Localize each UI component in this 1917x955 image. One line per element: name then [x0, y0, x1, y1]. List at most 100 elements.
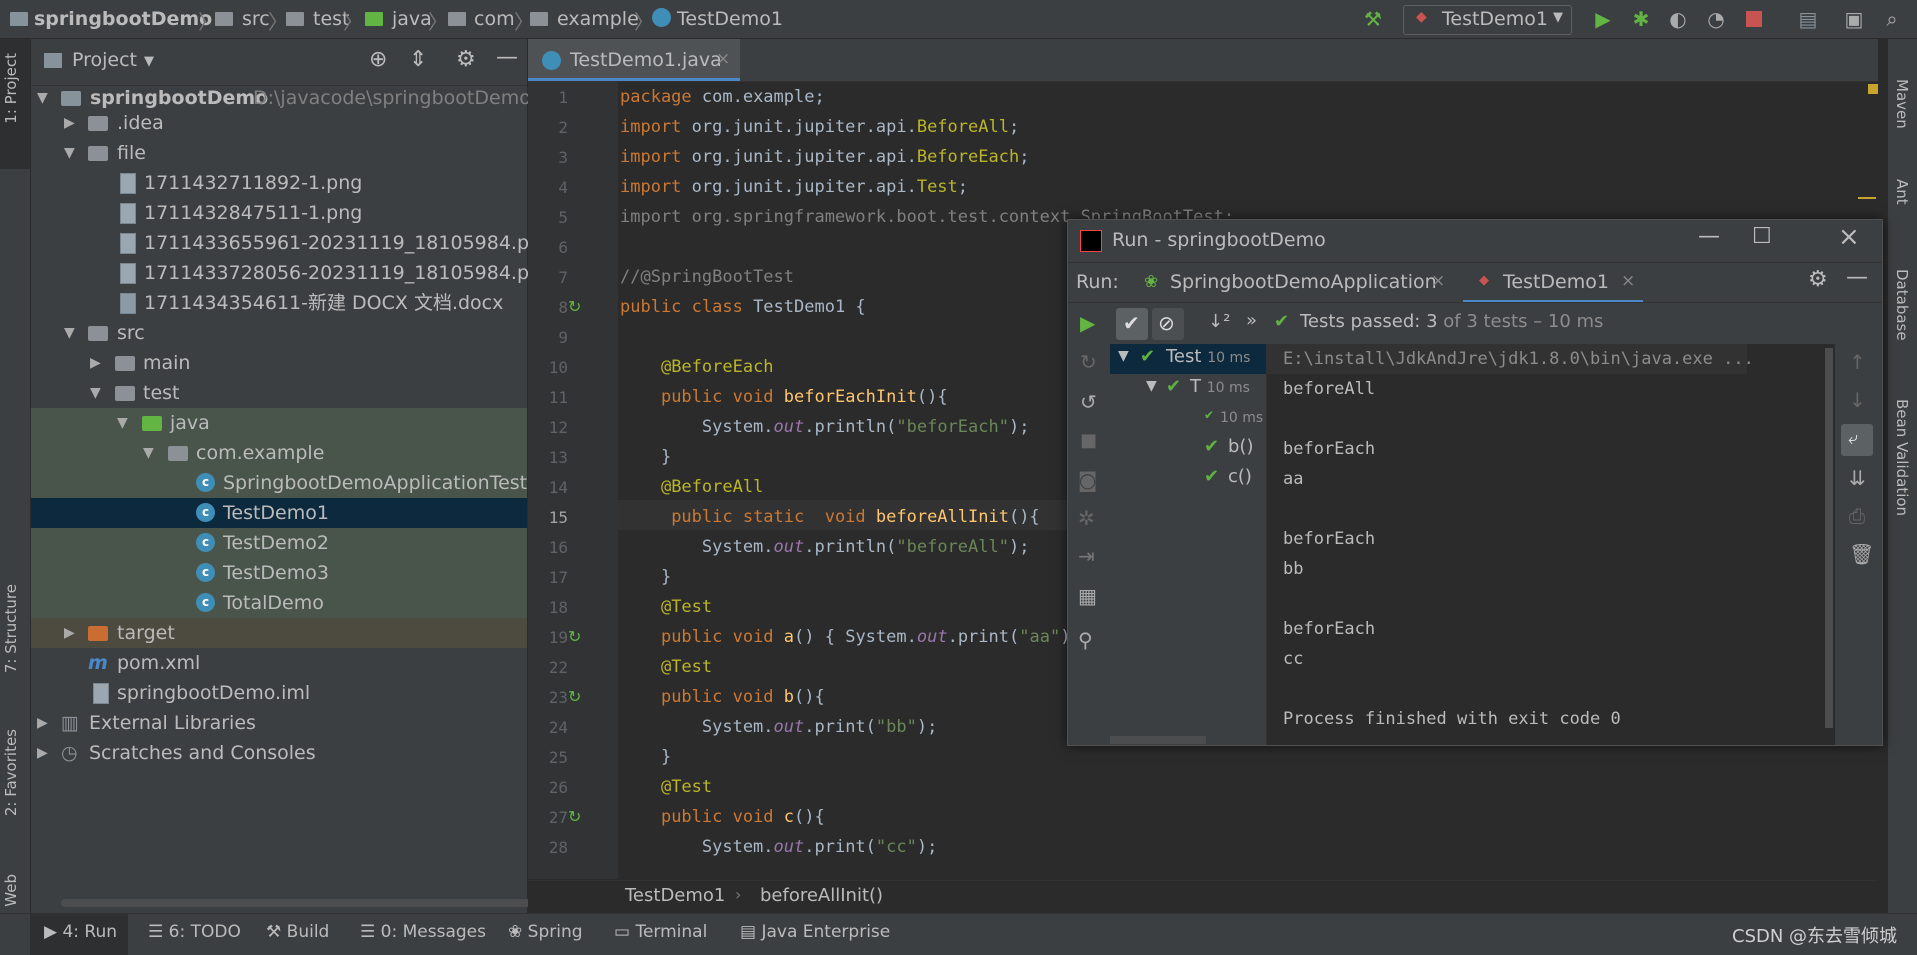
expand-arrow-icon[interactable]: ▼: [90, 378, 101, 408]
test-node[interactable]: T 10 ms: [1190, 376, 1250, 397]
editor-tab-active[interactable]: TestDemo1.java ×: [528, 39, 740, 81]
expand-arrow-icon[interactable]: ▶: [37, 708, 48, 738]
crumb-java[interactable]: java: [392, 8, 432, 30]
inspection-status-icon[interactable]: [1868, 84, 1878, 94]
expand-arrow-icon[interactable]: ▼: [117, 408, 128, 438]
console-output[interactable]: E:\install\JdkAndJre\jdk1.8.0\bin\java.e…: [1267, 344, 1835, 745]
expand-arrow-icon[interactable]: ▶: [90, 348, 101, 378]
close-icon[interactable]: ×: [1431, 271, 1445, 291]
run-tab-active[interactable]: ◆ TestDemo1 ×: [1463, 263, 1643, 303]
crumb-project[interactable]: springbootDemo: [34, 8, 212, 30]
project-view-title[interactable]: Project: [72, 49, 137, 71]
stop-icon[interactable]: [1741, 0, 1767, 38]
expand-arrow-icon[interactable]: ▶: [37, 738, 48, 768]
collapse-all-icon[interactable]: ⇕: [409, 47, 427, 72]
crumb-src[interactable]: src: [242, 8, 270, 30]
expand-arrow-icon[interactable]: ▼: [1146, 378, 1157, 394]
code-line[interactable]: public void c(){: [620, 807, 825, 827]
code-line[interactable]: }: [620, 567, 671, 587]
maven-tool-tab[interactable]: Maven: [1893, 79, 1911, 129]
close-icon[interactable]: ×: [716, 49, 730, 69]
trash-icon[interactable]: 🗑: [1849, 542, 1874, 566]
messages-tool-tab[interactable]: ☰ 0: Messages: [360, 922, 486, 942]
close-icon[interactable]: ×: [1838, 222, 1860, 252]
close-icon[interactable]: ×: [1621, 271, 1635, 291]
code-line[interactable]: @BeforeEach: [620, 357, 774, 377]
toggle-auto-test-icon[interactable]: ↺: [1080, 390, 1097, 414]
show-passed-toggle[interactable]: ✔: [1116, 308, 1148, 340]
run-config-select[interactable]: ◆ TestDemo1 ▼: [1403, 5, 1572, 35]
test-node[interactable]: b(): [1228, 436, 1253, 457]
tree-item-src[interactable]: ▼ src: [31, 318, 527, 348]
code-line[interactable]: System.out.println("beforeAll");: [620, 537, 1030, 557]
run-icon[interactable]: ▶: [1590, 0, 1616, 38]
expand-arrow-icon[interactable]: ▼: [1118, 348, 1129, 364]
crumb-com[interactable]: com: [474, 8, 515, 30]
todo-tool-tab[interactable]: ☰ 6: TODO: [148, 922, 241, 942]
tree-item-class[interactable]: c TotalDemo: [31, 588, 527, 618]
tree-item-class[interactable]: c SpringbootDemoApplicationTests: [31, 468, 537, 498]
run-test-gutter-icon[interactable]: ↻: [568, 687, 586, 706]
code-line[interactable]: @BeforeAll: [620, 477, 763, 497]
code-line[interactable]: }: [620, 447, 671, 467]
test-node[interactable]: 10 ms: [1220, 406, 1263, 427]
debug-icon[interactable]: ✱: [1627, 0, 1655, 38]
breadcrumb-class[interactable]: TestDemo1: [625, 885, 725, 906]
code-line[interactable]: import org.junit.jupiter.api.Test;: [620, 177, 968, 197]
tree-item-pom[interactable]: m pom.xml: [31, 648, 527, 678]
run-window-titlebar[interactable]: Run - springbootDemo — ☐ ×: [1068, 220, 1882, 262]
hide-panel-icon[interactable]: —: [1846, 265, 1868, 290]
run-tool-tab[interactable]: ▶ 4: Run: [44, 922, 117, 942]
rerun-failed-icon[interactable]: ↻: [1080, 350, 1097, 374]
build-tool-tab[interactable]: ⚒ Build: [266, 922, 329, 942]
code-line[interactable]: import org.junit.jupiter.api.BeforeEach;: [620, 147, 1029, 167]
spring-tool-tab[interactable]: ❀ Spring: [508, 922, 583, 942]
tree-item-class-selected[interactable]: c TestDemo1: [31, 498, 527, 528]
code-line[interactable]: System.out.print("cc");: [620, 837, 937, 857]
horizontal-scrollbar[interactable]: [61, 899, 531, 907]
print-icon[interactable]: ⎙: [1849, 504, 1865, 528]
crumb-example[interactable]: example: [557, 8, 639, 30]
down-arrow-icon[interactable]: ↓: [1849, 388, 1866, 412]
pin-icon[interactable]: ⚲: [1078, 628, 1093, 652]
code-line[interactable]: public void a() { System.out.print("aa")…: [620, 627, 1101, 647]
warning-marker[interactable]: [1858, 197, 1876, 199]
code-line[interactable]: System.out.print("bb");: [620, 717, 937, 737]
web-tool-tab[interactable]: Web: [2, 874, 20, 907]
sort-icon[interactable]: ↓²: [1208, 311, 1230, 332]
search-icon[interactable]: ⌕: [1877, 0, 1907, 38]
project-structure-icon[interactable]: ▤: [1793, 0, 1823, 38]
run-test-gutter-icon[interactable]: ↻: [568, 627, 586, 646]
up-arrow-icon[interactable]: ↑: [1849, 350, 1866, 374]
tree-item-png[interactable]: 1711432711892-1.png: [31, 168, 527, 198]
run-test-gutter-icon[interactable]: ↻: [568, 297, 586, 316]
tree-item-png[interactable]: 1711432847511-1.png: [31, 198, 527, 228]
terminal-tool-tab[interactable]: ▭ Terminal: [614, 922, 707, 942]
code-line[interactable]: package com.example;: [620, 87, 825, 107]
tree-item-java[interactable]: ▼ java: [31, 408, 527, 438]
tree-item-main[interactable]: ▶ main: [31, 348, 527, 378]
import-icon[interactable]: ⇥: [1078, 544, 1095, 568]
code-line[interactable]: }: [620, 747, 671, 767]
more-icon[interactable]: »: [1246, 310, 1257, 331]
code-line[interactable]: System.out.println("beforEach");: [620, 417, 1030, 437]
tree-item-class[interactable]: c TestDemo3: [31, 558, 527, 588]
tree-item-test[interactable]: ▼ test: [31, 378, 527, 408]
profile-icon[interactable]: ◔: [1702, 0, 1730, 38]
code-line[interactable]: public static void beforeAllInit(){: [620, 507, 1039, 527]
expand-arrow-icon[interactable]: ▶: [64, 618, 75, 648]
tree-item-target[interactable]: ▶ target: [31, 618, 527, 648]
favorites-tool-tab[interactable]: 2: Favorites: [2, 729, 20, 816]
test-node[interactable]: c(): [1228, 466, 1252, 487]
tree-item-file[interactable]: ▼ file: [31, 138, 527, 168]
build-hammer-icon[interactable]: ⚒: [1358, 0, 1388, 38]
gear-icon[interactable]: ⚙: [456, 47, 476, 72]
minimize-icon[interactable]: —: [1698, 224, 1720, 249]
tree-item-class[interactable]: c TestDemo2: [31, 528, 527, 558]
code-line[interactable]: import org.junit.jupiter.api.BeforeAll;: [620, 117, 1019, 137]
tree-item-png[interactable]: 1711433728056-20231119_18105984.png.j: [31, 258, 564, 288]
locate-icon[interactable]: ⊕: [369, 47, 387, 72]
crumb-testdemo1[interactable]: TestDemo1: [677, 8, 783, 30]
database-tool-tab[interactable]: Database: [1893, 269, 1911, 341]
presentation-icon[interactable]: ▣: [1839, 0, 1869, 38]
